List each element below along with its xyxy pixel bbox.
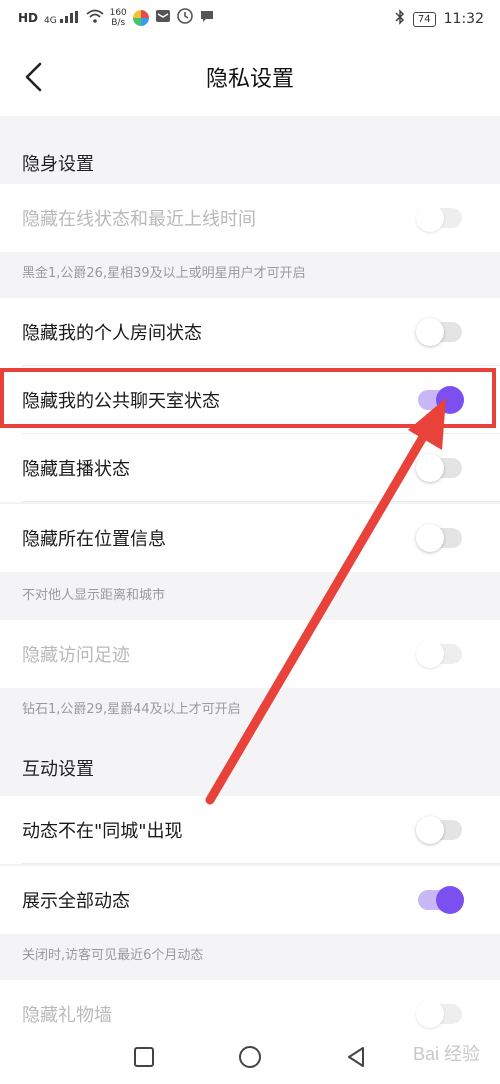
setting-label: 隐藏礼物墙 bbox=[22, 1005, 112, 1026]
toggle-switch-hide-footprint[interactable] bbox=[416, 640, 462, 668]
toggle-knob bbox=[416, 640, 444, 668]
chat-bubble-icon bbox=[199, 8, 215, 28]
toggle-switch-show-all-moments[interactable] bbox=[418, 886, 464, 914]
note-footprint-requirement: 钻石1,公爵29,星爵44及以上才可开启 bbox=[22, 702, 241, 717]
setting-row-hide-from-nearby[interactable]: 动态不在"同城"出现 bbox=[0, 796, 500, 864]
setting-label: 展示全部动态 bbox=[22, 891, 130, 912]
setting-label: 动态不在"同城"出现 bbox=[22, 821, 183, 842]
clock-app-icon bbox=[176, 8, 193, 28]
toggle-knob bbox=[416, 816, 444, 844]
battery-indicator: 74 bbox=[412, 11, 436, 27]
setting-row-hide-public-chatroom[interactable]: 隐藏我的公共聊天室状态 bbox=[0, 366, 500, 434]
back-nav-button[interactable] bbox=[341, 1042, 371, 1072]
status-bar: HD 4G 160 B/s 74 11:32 bbox=[0, 0, 500, 38]
section-label-interaction: 互动设置 bbox=[22, 759, 94, 780]
setting-label: 隐藏我的公共聊天室状态 bbox=[22, 391, 220, 412]
toggle-switch-hide-online-status[interactable] bbox=[416, 204, 462, 232]
note-location: 不对他人显示距离和城市 bbox=[22, 588, 166, 603]
triangle-back-icon bbox=[348, 1047, 364, 1067]
back-button[interactable] bbox=[20, 60, 48, 94]
toggle-knob bbox=[436, 886, 464, 914]
toggle-switch-hide-from-nearby[interactable] bbox=[416, 816, 462, 844]
wifi-icon bbox=[86, 9, 104, 27]
recents-button[interactable] bbox=[129, 1042, 159, 1072]
toggle-knob bbox=[416, 204, 444, 232]
toggle-switch-hide-location[interactable] bbox=[416, 524, 462, 552]
setting-row-hide-online-status[interactable]: 隐藏在线状态和最近上线时间 bbox=[0, 184, 500, 252]
section-label-stealth: 隐身设置 bbox=[22, 154, 94, 175]
divider bbox=[22, 501, 500, 502]
setting-label: 隐藏我的个人房间状态 bbox=[22, 323, 202, 344]
app-notification-icon bbox=[132, 10, 149, 26]
toggle-switch-hide-personal-room[interactable] bbox=[416, 318, 462, 346]
network-speed: 160 B/s bbox=[109, 8, 127, 28]
bluetooth-icon bbox=[395, 9, 405, 29]
setting-row-hide-location[interactable]: 隐藏所在位置信息 bbox=[0, 504, 500, 572]
setting-label: 隐藏所在位置信息 bbox=[22, 529, 166, 550]
toggle-knob bbox=[416, 454, 444, 482]
watermark: Bai 经验 bbox=[412, 1044, 480, 1064]
note-online-requirement: 黑金1,公爵26,星相39及以上或明星用户才可开启 bbox=[22, 266, 306, 281]
toggle-knob bbox=[416, 318, 444, 346]
clock-time: 11:32 bbox=[443, 11, 484, 27]
home-button[interactable] bbox=[235, 1042, 265, 1072]
setting-label: 隐藏在线状态和最近上线时间 bbox=[22, 209, 256, 230]
network-type: 4G bbox=[44, 15, 57, 26]
toggle-knob bbox=[416, 524, 444, 552]
toggle-knob bbox=[416, 1000, 444, 1028]
chevron-left-icon bbox=[25, 62, 42, 92]
setting-row-hide-footprint[interactable]: 隐藏访问足迹 bbox=[0, 620, 500, 688]
setting-label: 隐藏访问足迹 bbox=[22, 645, 130, 666]
setting-label: 隐藏直播状态 bbox=[22, 459, 130, 480]
divider bbox=[22, 863, 500, 864]
page-title: 隐私设置 bbox=[205, 67, 294, 92]
toggle-switch-hide-public-chatroom[interactable] bbox=[418, 386, 464, 414]
note-moments: 关闭时,访客可见最近6个月动态 bbox=[22, 948, 204, 963]
square-icon bbox=[134, 1047, 154, 1067]
toggle-knob bbox=[436, 386, 464, 414]
toggle-switch-hide-live[interactable] bbox=[416, 454, 462, 482]
page-header: 隐私设置 bbox=[0, 38, 500, 116]
hd-indicator: HD bbox=[18, 11, 39, 25]
circle-icon bbox=[239, 1046, 261, 1068]
setting-row-hide-live[interactable]: 隐藏直播状态 bbox=[0, 434, 500, 502]
mail-icon bbox=[155, 9, 171, 27]
toggle-switch-hide-gift-wall[interactable] bbox=[416, 1000, 462, 1028]
signal-icon: 4G bbox=[44, 10, 80, 26]
setting-row-hide-personal-room[interactable]: 隐藏我的个人房间状态 bbox=[0, 298, 500, 366]
setting-row-show-all-moments[interactable]: 展示全部动态 bbox=[0, 866, 500, 934]
